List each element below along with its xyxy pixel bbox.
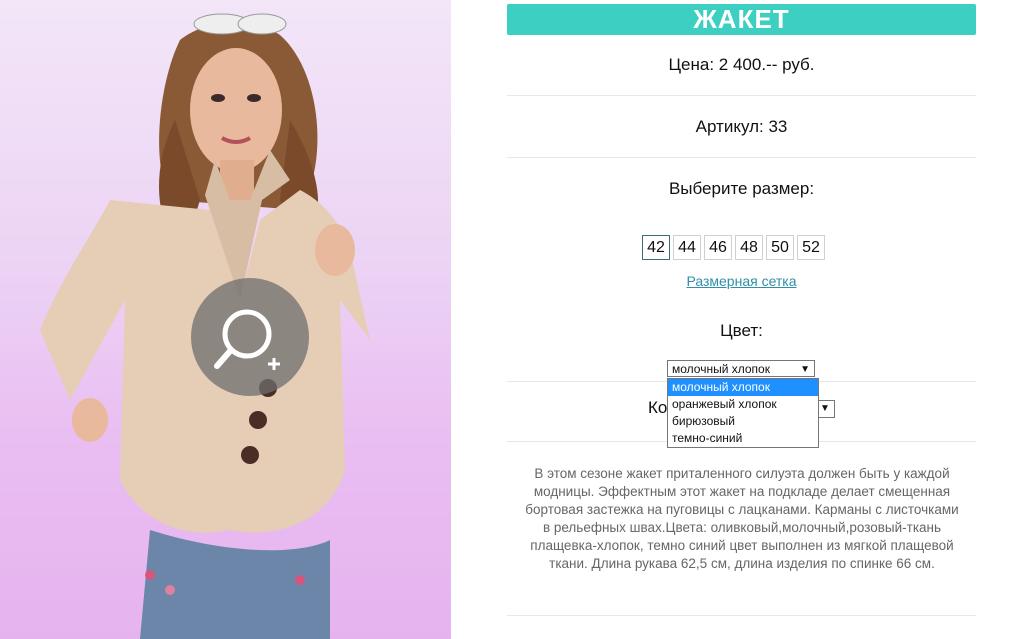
chevron-down-icon: ▼ xyxy=(800,364,810,375)
color-select-value: молочный хлопок xyxy=(672,362,770,376)
color-select[interactable]: молочный хлопок ▼ xyxy=(667,360,815,377)
divider xyxy=(507,615,976,616)
size-option-46[interactable]: 46 xyxy=(704,235,732,260)
size-option-48[interactable]: 48 xyxy=(735,235,763,260)
price-text: Цена: 2 400.-- руб. xyxy=(668,55,815,74)
quantity-label: Ко xyxy=(648,398,668,417)
size-prompt: Выберите размер: xyxy=(668,179,815,198)
size-selector: 42 44 46 48 50 52 xyxy=(642,235,825,260)
size-option-50[interactable]: 50 xyxy=(766,235,794,260)
chevron-down-icon: ▼ xyxy=(820,403,830,414)
color-option[interactable]: темно-синий xyxy=(668,430,818,447)
magnifier-plus-icon xyxy=(214,309,280,370)
article-text: Артикул: 33 xyxy=(695,117,788,136)
size-option-42[interactable]: 42 xyxy=(642,235,670,260)
product-photo[interactable] xyxy=(0,0,451,639)
color-dropdown-list: молочный хлопок оранжевый хлопок бирюзов… xyxy=(667,378,819,448)
size-option-52[interactable]: 52 xyxy=(797,235,825,260)
divider xyxy=(507,95,976,96)
size-chart-link[interactable]: Размерная сетка xyxy=(507,273,976,289)
product-description: В этом сезоне жакет приталенного силуэта… xyxy=(525,466,959,571)
color-option[interactable]: молочный хлопок xyxy=(668,379,818,396)
product-title: ЖАКЕТ xyxy=(507,4,976,35)
color-label: Цвет: xyxy=(720,321,763,340)
color-option[interactable]: оранжевый хлопок xyxy=(668,396,818,413)
size-option-44[interactable]: 44 xyxy=(673,235,701,260)
color-option[interactable]: бирюзовый xyxy=(668,413,818,430)
divider xyxy=(507,157,976,158)
zoom-button[interactable] xyxy=(191,278,309,396)
